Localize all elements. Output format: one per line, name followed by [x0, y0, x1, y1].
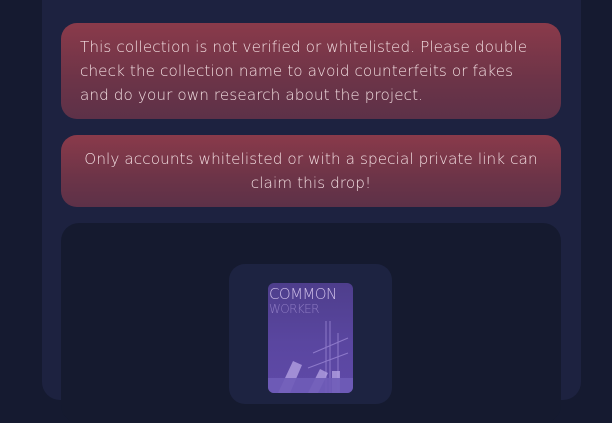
nft-subtitle-text: WORKER	[269, 302, 319, 316]
unverified-warning-text: This collection is not verified or white…	[80, 38, 528, 104]
whitelist-only-notice: Only accounts whitelisted or with a spec…	[61, 135, 561, 207]
nft-title-text: COMMON	[269, 285, 337, 303]
unverified-collection-warning: This collection is not verified or white…	[61, 23, 561, 119]
whitelist-notice-text: Only accounts whitelisted or with a spec…	[84, 150, 538, 192]
